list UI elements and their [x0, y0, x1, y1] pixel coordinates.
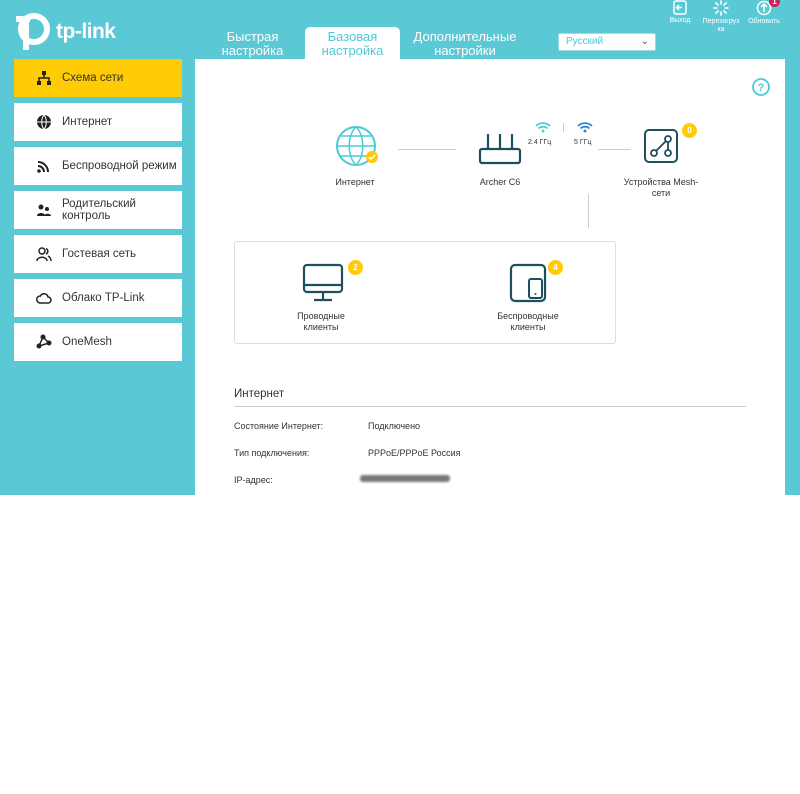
logout-icon	[673, 0, 687, 15]
section-divider	[234, 406, 746, 407]
tab-quick-setup[interactable]: Быстрая настройка	[205, 27, 300, 59]
main-panel: ? Интернет Archer C6 2.4 ГГц 5 ГГц 0 Уст…	[195, 59, 785, 495]
status-value: Подключено	[368, 421, 421, 431]
sidebar-item-label: OneMesh	[62, 336, 112, 348]
update-label: Обновить	[748, 18, 780, 25]
wifi-24-icon	[535, 122, 551, 133]
sidebar-item-cloud[interactable]: Облако TP-Link	[14, 279, 182, 317]
reboot-button[interactable]: Перезагрузка	[702, 0, 740, 34]
wireless-icon	[37, 161, 49, 173]
sidebar-item-onemesh[interactable]: OneMesh	[14, 323, 182, 361]
tab-basic[interactable]: Базовая настройка	[305, 27, 400, 59]
logout-button[interactable]: Выход	[660, 0, 700, 25]
sidebar-item-label: Облако TP-Link	[62, 292, 145, 304]
svg-text:?: ?	[758, 82, 765, 94]
wireless-clients-label: Беспроводные клиенты	[497, 311, 559, 332]
wireless-count-badge: 4	[548, 260, 563, 275]
connector-line	[398, 149, 456, 150]
connector-line	[598, 149, 631, 150]
wireless-clients-icon[interactable]	[509, 263, 547, 303]
update-button[interactable]: 1 Обновить	[744, 0, 784, 26]
sidebar-item-label: Родительский контроль	[62, 198, 136, 222]
internet-globe-icon[interactable]	[335, 126, 381, 168]
sidebar-item-network-map[interactable]: Схема сети	[14, 59, 182, 97]
top-tabs: Быстрая настройка Базовая настройка Допо…	[205, 27, 530, 59]
tp-link-logo-icon	[16, 13, 50, 50]
status-label: Состояние Интернет:	[234, 421, 324, 431]
update-badge: 1	[769, 0, 780, 7]
wired-clients-label: Проводные клиенты	[297, 311, 345, 332]
ip-address-label: IP-адрес:	[234, 475, 273, 485]
tp-link-logo: tp-link	[14, 12, 116, 52]
sidebar-item-label: Схема сети	[62, 72, 124, 84]
reboot-icon	[713, 0, 729, 16]
wired-count-badge: 2	[348, 260, 363, 275]
help-icon[interactable]: ?	[752, 78, 770, 96]
mesh-label: Устройства Mesh-сети	[623, 177, 699, 198]
language-select[interactable]: Русский ⌄	[558, 33, 656, 51]
network-map-icon	[37, 71, 51, 85]
cloud-icon	[36, 293, 52, 304]
router-label: Archer C6	[479, 177, 521, 187]
reboot-label: Перезагрузка	[702, 18, 740, 33]
router-icon[interactable]	[478, 131, 522, 167]
onemesh-icon	[36, 334, 52, 349]
band-divider	[563, 123, 564, 132]
app-window: tp-link Быстрая настройка Базовая настро…	[0, 0, 800, 495]
connection-type-label: Тип подключения:	[234, 448, 310, 458]
chevron-down-icon: ⌄	[640, 36, 649, 47]
guest-icon	[36, 247, 52, 262]
internet-label: Интернет	[335, 177, 375, 187]
sidebar-item-wireless[interactable]: Беспроводной режим	[14, 147, 182, 185]
sidebar-item-parental-control[interactable]: Родительский контроль	[14, 191, 182, 229]
ip-address-redacted	[360, 475, 450, 482]
sidebar: Схема сети Интернет Беспроводной режим Р…	[14, 59, 182, 367]
band-24-label: 2.4 ГГц	[528, 139, 552, 146]
logo-text: tp-link	[56, 20, 116, 43]
language-value: Русский	[566, 36, 604, 47]
sidebar-item-label: Гостевая сеть	[62, 248, 136, 260]
logout-label: Выход	[669, 17, 691, 24]
mesh-count-badge: 0	[682, 123, 697, 138]
sidebar-item-label: Интернет	[62, 116, 113, 128]
internet-section-title: Интернет	[234, 388, 285, 400]
wired-clients-icon[interactable]	[302, 263, 344, 303]
sidebar-item-guest-network[interactable]: Гостевая сеть	[14, 235, 182, 273]
sidebar-item-internet[interactable]: Интернет	[14, 103, 182, 141]
wifi-5-icon	[577, 122, 593, 133]
tab-advanced[interactable]: Дополнительные настройки	[405, 27, 525, 59]
connector-line	[588, 194, 589, 228]
globe-icon	[37, 114, 51, 130]
parental-icon	[37, 204, 51, 216]
band-5-label: 5 ГГц	[574, 139, 592, 146]
mesh-devices-icon[interactable]	[644, 129, 678, 163]
sidebar-item-label: Беспроводной режим	[62, 160, 177, 172]
connection-type-value: PPPoE/PPPoE Россия	[368, 448, 461, 458]
